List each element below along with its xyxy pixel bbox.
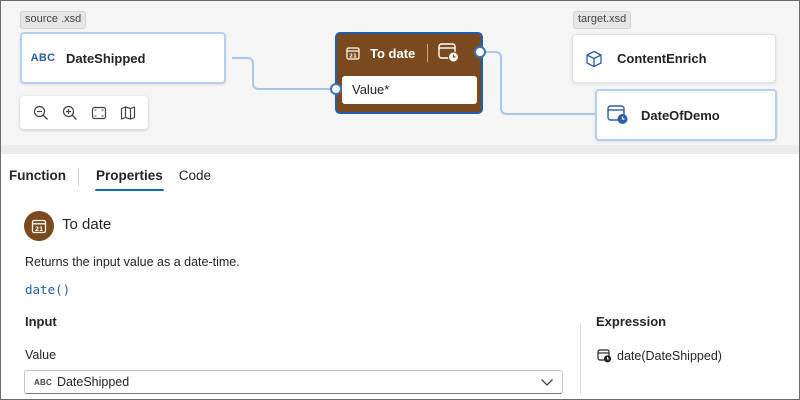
value-label: Value: [25, 348, 57, 362]
function-input-value[interactable]: Value*: [342, 76, 477, 104]
function-node-divider: [427, 44, 429, 62]
svg-text:21: 21: [349, 53, 357, 59]
expression-row: date(DateShipped): [597, 349, 722, 363]
target-node-label: ContentEnrich: [617, 51, 707, 66]
zoom-toolbar: [20, 96, 148, 129]
function-node-title: To date: [370, 45, 416, 61]
target-node-dateofdemo[interactable]: DateOfDemo: [595, 89, 777, 141]
tab-code[interactable]: Code: [179, 168, 211, 189]
target-node-label: DateOfDemo: [641, 107, 720, 123]
source-schema-label: source .xsd: [20, 11, 87, 29]
function-input-port[interactable]: [330, 83, 342, 95]
function-signature: date(): [25, 282, 71, 297]
target-schema-label: target.xsd: [573, 11, 632, 29]
function-node-to-date[interactable]: 21 To date Value*: [335, 32, 483, 114]
expression-value: date(DateShipped): [617, 349, 722, 363]
section-divider: [580, 323, 581, 395]
tab-function[interactable]: Function: [9, 168, 66, 189]
wire-source-to-function: [232, 57, 335, 90]
expression-heading: Expression: [596, 314, 667, 329]
calendar-clock-icon: [597, 349, 612, 363]
function-node-header: 21 To date: [337, 34, 481, 72]
zoom-in-icon[interactable]: [58, 101, 82, 125]
svg-text:21: 21: [35, 226, 43, 233]
input-heading: Input: [25, 314, 57, 329]
map-icon[interactable]: [116, 101, 140, 125]
target-node-contentenrich[interactable]: ContentEnrich: [572, 34, 776, 83]
source-node-label: DateShipped: [66, 50, 146, 66]
mapper-canvas[interactable]: source .xsd target.xsd ABC DateShipped 2…: [1, 1, 799, 153]
value-dropdown-selected: DateShipped: [56, 375, 130, 389]
function-description: Returns the input value as a date-time.: [25, 255, 240, 269]
function-name: To date: [62, 216, 112, 233]
chevron-down-icon: [540, 376, 554, 391]
calendar-clock-icon: [607, 104, 629, 126]
canvas-footer: [1, 145, 799, 154]
fit-to-screen-icon[interactable]: [87, 101, 111, 125]
source-node-dateshipped[interactable]: ABC DateShipped: [20, 32, 226, 84]
calendar-icon: 21: [346, 46, 360, 60]
function-calendar-icon: 21: [24, 211, 54, 241]
value-dropdown[interactable]: ABC DateShipped: [24, 370, 563, 394]
function-output-port[interactable]: [474, 46, 486, 58]
tab-properties[interactable]: Properties: [95, 168, 164, 191]
text-type-icon: ABC: [30, 52, 56, 64]
zoom-out-icon[interactable]: [29, 101, 53, 125]
tab-divider: [78, 168, 79, 186]
cube-icon: [583, 48, 605, 70]
calendar-clock-icon: [438, 43, 460, 63]
text-type-icon: ABC: [34, 377, 52, 387]
panel-tabs: Function Properties Code: [9, 168, 227, 194]
